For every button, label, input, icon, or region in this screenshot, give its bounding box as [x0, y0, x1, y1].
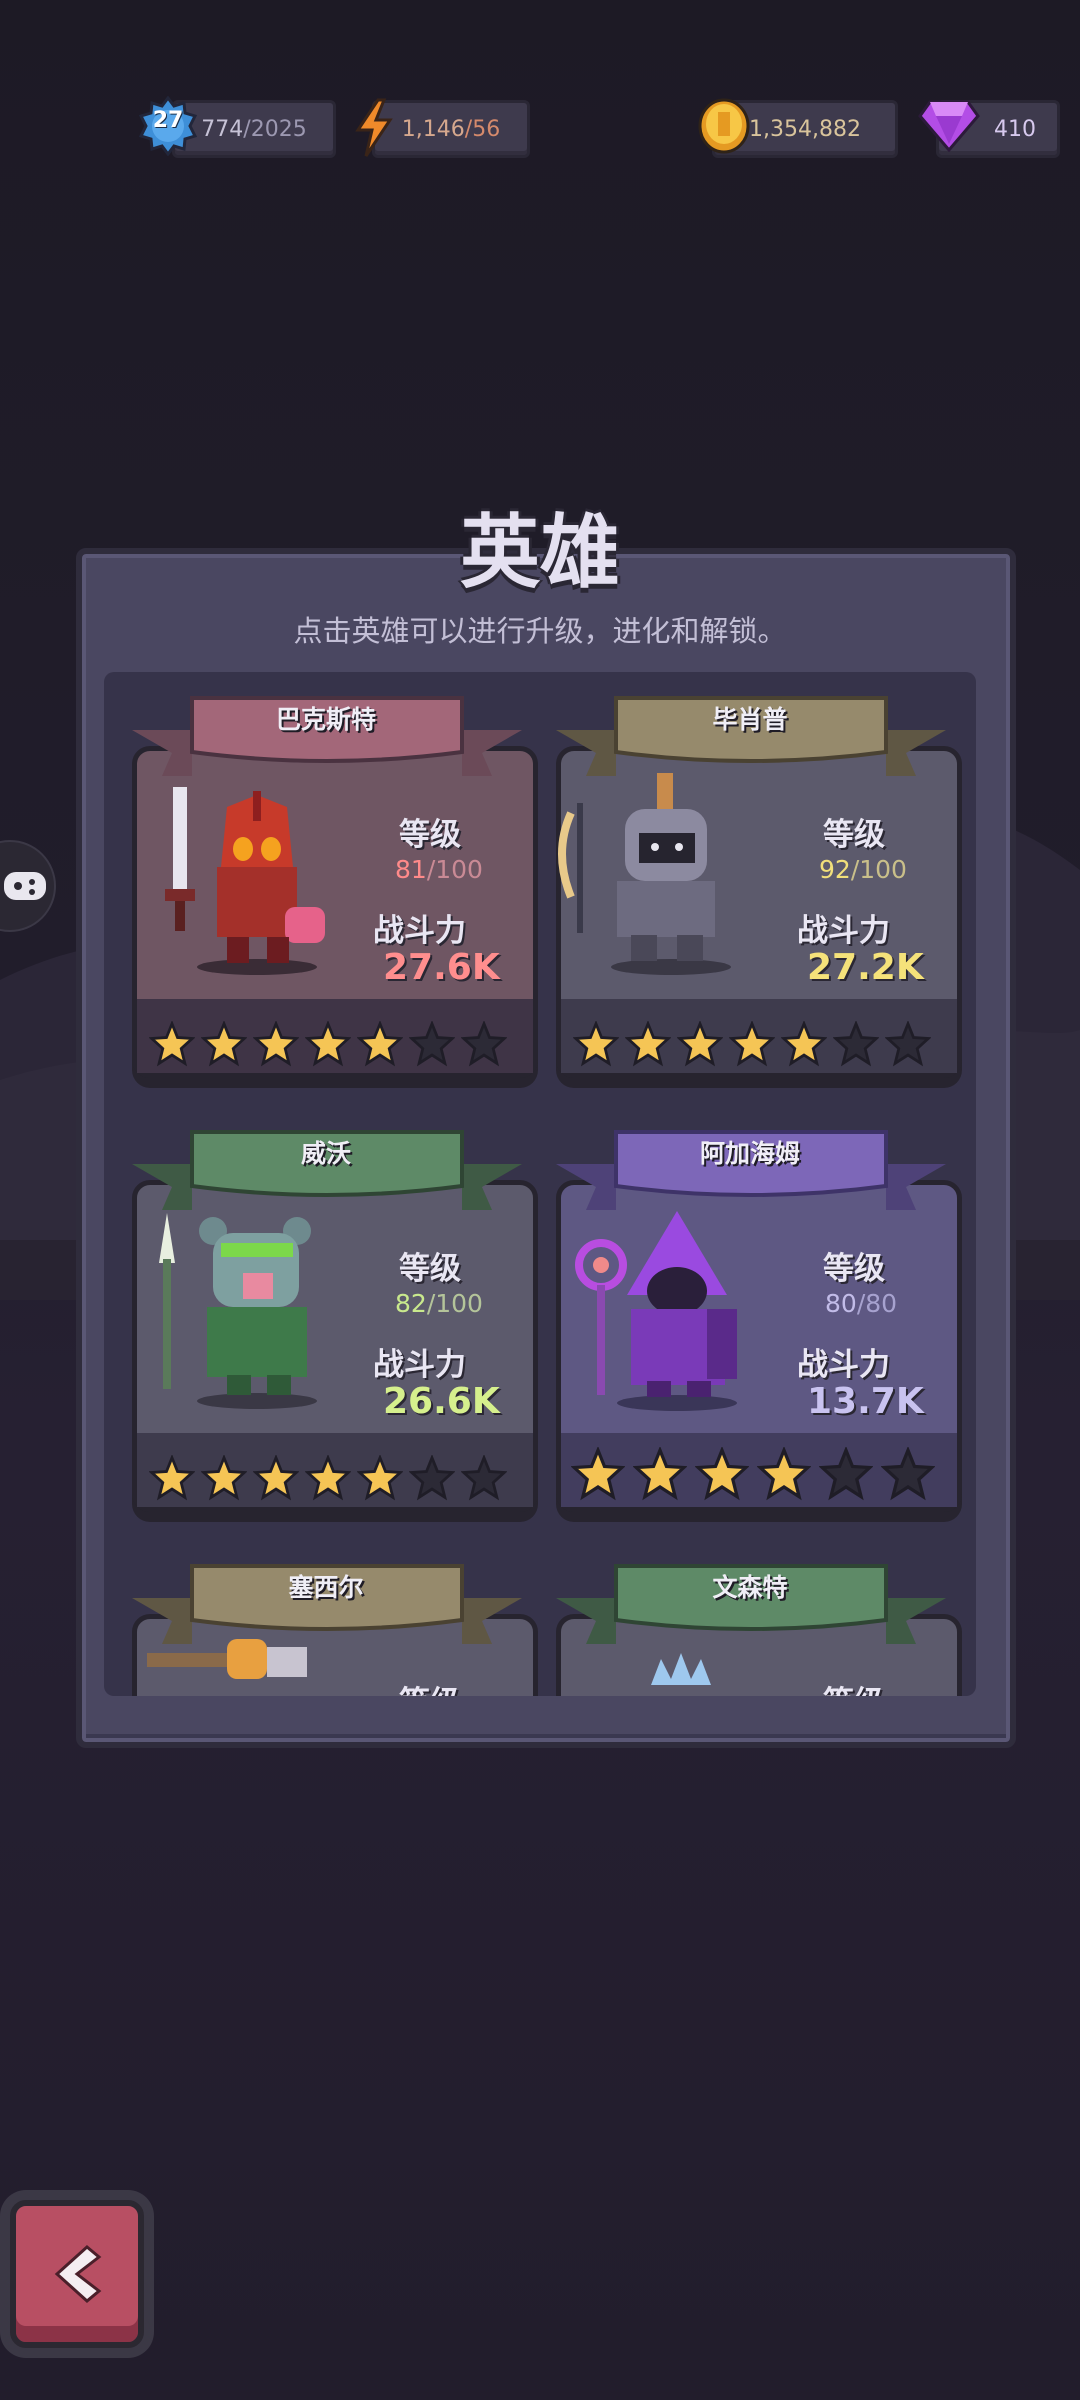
- star-empty-icon: [409, 1455, 455, 1501]
- hero-baxter-portrait: [165, 787, 325, 975]
- power-label: 战斗力: [373, 1347, 466, 1383]
- hero-card-agaheim[interactable]: 等级 80/80 战斗力 13.7K: [556, 1180, 962, 1512]
- star-filled-icon: [695, 1447, 749, 1501]
- floating-menu-button[interactable]: [0, 840, 56, 932]
- hero-weaver-portrait: [159, 1213, 317, 1409]
- hero-level: 82/100: [395, 1289, 483, 1318]
- hero-name: 阿加海姆: [699, 1139, 800, 1168]
- hero-stars: [571, 1447, 935, 1501]
- hero-stars: [573, 1021, 931, 1067]
- hero-stars: [149, 1021, 507, 1067]
- gamepad-icon: [4, 872, 46, 900]
- star-empty-icon: [833, 1021, 879, 1067]
- star-filled-icon: [305, 1455, 351, 1501]
- hero-card-baxter[interactable]: 等级 81/100 战斗力 27.6K: [132, 746, 538, 1078]
- hero-level: 80/80: [825, 1289, 898, 1318]
- hero-name: 毕肖普: [712, 705, 788, 734]
- star-filled-icon: [305, 1021, 351, 1067]
- star-filled-icon: [149, 1021, 195, 1067]
- star-empty-icon: [885, 1021, 931, 1067]
- star-filled-icon: [201, 1455, 247, 1501]
- hero-bishop-portrait: [558, 773, 731, 975]
- energy-max: /56: [464, 116, 501, 142]
- star-empty-icon: [461, 1455, 507, 1501]
- hero-name: 文森特: [712, 1573, 788, 1602]
- page-subtitle: 点击英雄可以进行升级，进化和解锁。: [293, 614, 787, 648]
- xp-total: /2025: [243, 116, 307, 142]
- page-title: 英雄: [460, 506, 620, 599]
- hero-level: 92/100: [819, 855, 907, 884]
- hero-name: 塞西尔: [288, 1573, 364, 1602]
- hero-card-weaver[interactable]: 等级 82/100 战斗力 26.6K: [132, 1180, 538, 1512]
- star-filled-icon: [781, 1021, 827, 1067]
- level-label: 等级: [399, 817, 461, 853]
- level-label: 等级: [823, 1677, 885, 1696]
- hero-stars: [149, 1455, 507, 1501]
- star-empty-icon: [461, 1021, 507, 1067]
- star-filled-icon: [625, 1021, 671, 1067]
- star-filled-icon: [677, 1021, 723, 1067]
- star-filled-icon: [633, 1447, 687, 1501]
- gold-coin-icon: [698, 98, 750, 154]
- xp-current: 774: [201, 116, 244, 142]
- star-filled-icon: [729, 1021, 775, 1067]
- hero-name: 巴克斯特: [275, 705, 376, 734]
- star-empty-icon: [881, 1447, 935, 1501]
- power-label: 战斗力: [797, 913, 890, 949]
- star-filled-icon: [149, 1455, 195, 1501]
- back-arrow-icon: [54, 2245, 102, 2303]
- star-filled-icon: [253, 1021, 299, 1067]
- star-filled-icon: [253, 1455, 299, 1501]
- player-level: 27: [152, 108, 184, 133]
- purple-gem-icon: [918, 100, 980, 152]
- hero-agaheim-portrait: [575, 1211, 737, 1411]
- energy-current: 1,146: [401, 116, 465, 142]
- coins-value: 1,354,882: [749, 116, 861, 142]
- back-button[interactable]: [10, 2200, 144, 2348]
- hero-level: 81/100: [395, 855, 483, 884]
- gems-value: 410: [994, 116, 1036, 142]
- star-filled-icon: [571, 1447, 625, 1501]
- level-label: 等级: [823, 817, 885, 853]
- level-label: 等级: [399, 1677, 461, 1696]
- hero-card-bishop[interactable]: 等级 92/100 战斗力 27.2K: [556, 746, 962, 1078]
- power-label: 战斗力: [797, 1347, 890, 1383]
- star-filled-icon: [757, 1447, 811, 1501]
- hero-power: 26.6K: [383, 1381, 500, 1422]
- hero-list[interactable]: 等级 81/100 战斗力 27.6K 巴克斯特 等级 92/100 战斗力 2…: [104, 672, 976, 1696]
- star-empty-icon: [819, 1447, 873, 1501]
- level-label: 等级: [399, 1251, 461, 1287]
- star-filled-icon: [573, 1021, 619, 1067]
- lightning-icon: [355, 98, 393, 157]
- star-filled-icon: [357, 1455, 403, 1501]
- level-label: 等级: [823, 1251, 885, 1287]
- star-empty-icon: [409, 1021, 455, 1067]
- star-filled-icon: [357, 1021, 403, 1067]
- hero-name: 威沃: [300, 1139, 351, 1168]
- hero-power: 27.6K: [383, 947, 500, 988]
- star-filled-icon: [201, 1021, 247, 1067]
- power-label: 战斗力: [373, 913, 466, 949]
- hero-power: 27.2K: [807, 947, 924, 988]
- hero-power: 13.7K: [807, 1381, 924, 1422]
